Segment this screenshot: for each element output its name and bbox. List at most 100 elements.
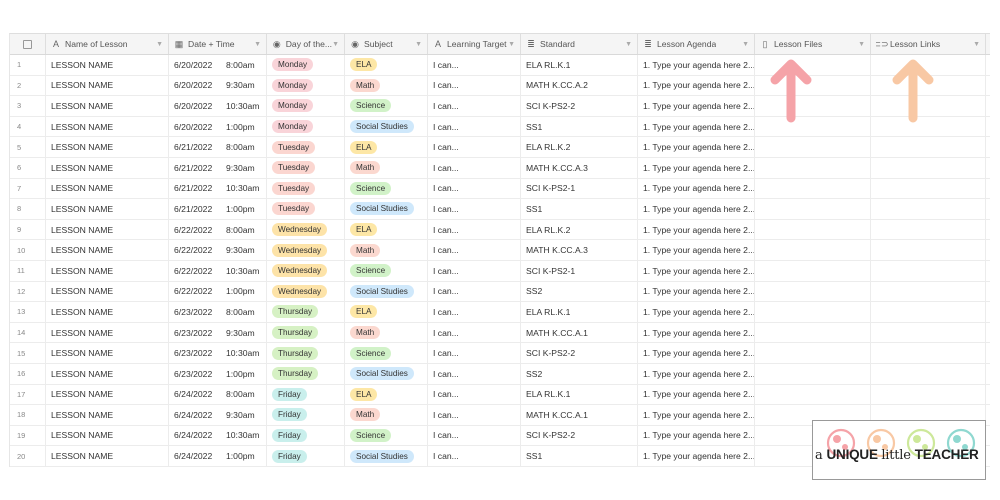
cell-day[interactable]: Friday: [267, 425, 345, 446]
cell-standard[interactable]: SS2: [521, 281, 638, 302]
cell-learning-target[interactable]: I can...: [428, 281, 521, 302]
table-row[interactable]: 14 LESSON NAME 6/23/2022 9:30am Thursday Math…: [10, 322, 990, 344]
cell-subject[interactable]: Science: [345, 178, 428, 199]
cell-day[interactable]: Tuesday: [267, 157, 345, 178]
table-row[interactable]: 10 LESSON NAME 6/22/2022 9:30am Wednesday Mat…: [10, 240, 990, 261]
cell-lesson-files[interactable]: [755, 322, 871, 343]
cell-lesson-files[interactable]: [755, 281, 871, 302]
row-number[interactable]: 17: [10, 384, 46, 405]
cell-day[interactable]: Wednesday: [267, 240, 345, 260]
cell-standard[interactable]: SS1: [521, 116, 638, 137]
cell-subject[interactable]: Science: [345, 343, 428, 363]
cell-agenda[interactable]: 1. Type your agenda here 2...: [638, 260, 755, 281]
row-number[interactable]: 12: [10, 281, 46, 302]
cell-lesson-name[interactable]: LESSON NAME: [46, 178, 169, 199]
cell-date-time[interactable]: 6/23/2022 8:00am: [169, 302, 267, 322]
cell-day[interactable]: Wednesday: [267, 219, 345, 240]
cell-lesson-links[interactable]: [871, 343, 986, 363]
cell-lesson-name[interactable]: LESSON NAME: [46, 322, 169, 343]
cell-lesson-links[interactable]: [871, 363, 986, 384]
column-header-target[interactable]: A Learning Target ▼: [428, 34, 521, 54]
cell-learning-target[interactable]: I can...: [428, 137, 521, 157]
cell-subject[interactable]: ELA: [345, 137, 428, 157]
cell-day[interactable]: Monday: [267, 96, 345, 116]
cell-learning-target[interactable]: I can...: [428, 302, 521, 322]
cell-agenda[interactable]: 1. Type your agenda here 2...: [638, 137, 755, 157]
cell-learning-target[interactable]: I can...: [428, 405, 521, 425]
cell-lesson-links[interactable]: [871, 384, 986, 405]
cell-agenda[interactable]: 1. Type your agenda here 2...: [638, 302, 755, 322]
cell-agenda[interactable]: 1. Type your agenda here 2...: [638, 178, 755, 199]
cell-subject[interactable]: Math: [345, 405, 428, 425]
cell-date-time[interactable]: 6/21/2022 10:30am: [169, 178, 267, 199]
cell-subject[interactable]: Math: [345, 322, 428, 343]
cell-date-time[interactable]: 6/22/2022 8:00am: [169, 219, 267, 240]
row-number[interactable]: 11: [10, 260, 46, 281]
cell-lesson-files[interactable]: [755, 137, 871, 157]
cell-lesson-files[interactable]: [755, 157, 871, 178]
cell-learning-target[interactable]: I can...: [428, 343, 521, 363]
cell-standard[interactable]: SS2: [521, 363, 638, 384]
cell-learning-target[interactable]: I can...: [428, 199, 521, 219]
table-row[interactable]: 7 LESSON NAME 6/21/2022 10:30am Tuesday Scien…: [10, 178, 990, 200]
cell-subject[interactable]: Math: [345, 75, 428, 96]
cell-learning-target[interactable]: I can...: [428, 384, 521, 405]
chevron-down-icon[interactable]: ▼: [332, 41, 339, 48]
column-header-date[interactable]: ▦ Date + Time ▼: [169, 34, 267, 54]
column-header-subject[interactable]: ◉ Subject ▼: [345, 34, 428, 54]
cell-agenda[interactable]: 1. Type your agenda here 2...: [638, 281, 755, 302]
cell-learning-target[interactable]: I can...: [428, 116, 521, 137]
cell-learning-target[interactable]: I can...: [428, 322, 521, 343]
cell-date-time[interactable]: 6/24/2022 8:00am: [169, 384, 267, 405]
row-number[interactable]: 16: [10, 363, 46, 384]
cell-standard[interactable]: MATH K.CC.A.1: [521, 322, 638, 343]
cell-learning-target[interactable]: I can...: [428, 96, 521, 116]
cell-lesson-name[interactable]: LESSON NAME: [46, 343, 169, 363]
cell-learning-target[interactable]: I can...: [428, 446, 521, 466]
cell-subject[interactable]: ELA: [345, 302, 428, 322]
table-row[interactable]: 8 LESSON NAME 6/21/2022 1:00pm Tuesday Social…: [10, 199, 990, 220]
cell-subject[interactable]: Science: [345, 260, 428, 281]
row-number[interactable]: 4: [10, 116, 46, 137]
cell-lesson-name[interactable]: LESSON NAME: [46, 281, 169, 302]
cell-agenda[interactable]: 1. Type your agenda here 2...: [638, 199, 755, 219]
row-number[interactable]: 15: [10, 343, 46, 363]
cell-lesson-name[interactable]: LESSON NAME: [46, 425, 169, 446]
cell-subject[interactable]: Social Studies: [345, 199, 428, 219]
cell-agenda[interactable]: 1. Type your agenda here 2...: [638, 55, 755, 75]
cell-date-time[interactable]: 6/21/2022 8:00am: [169, 137, 267, 157]
chevron-down-icon[interactable]: ▼: [742, 41, 749, 48]
cell-subject[interactable]: Social Studies: [345, 116, 428, 137]
cell-standard[interactable]: SS1: [521, 199, 638, 219]
chevron-down-icon[interactable]: ▼: [415, 41, 422, 48]
cell-standard[interactable]: SCI K-PS2-2: [521, 343, 638, 363]
row-number[interactable]: 3: [10, 96, 46, 116]
row-number[interactable]: 20: [10, 446, 46, 466]
table-row[interactable]: 2 LESSON NAME 6/20/2022 9:30am Monday Math I c…: [10, 75, 990, 97]
cell-agenda[interactable]: 1. Type your agenda here 2...: [638, 384, 755, 405]
cell-date-time[interactable]: 6/20/2022 1:00pm: [169, 116, 267, 137]
table-row[interactable]: 5 LESSON NAME 6/21/2022 8:00am Tuesday ELA I c…: [10, 137, 990, 158]
cell-lesson-name[interactable]: LESSON NAME: [46, 260, 169, 281]
cell-standard[interactable]: MATH K.CC.A.3: [521, 157, 638, 178]
cell-subject[interactable]: Math: [345, 157, 428, 178]
cell-subject[interactable]: Social Studies: [345, 281, 428, 302]
cell-agenda[interactable]: 1. Type your agenda here 2...: [638, 322, 755, 343]
cell-agenda[interactable]: 1. Type your agenda here 2...: [638, 116, 755, 137]
cell-day[interactable]: Tuesday: [267, 137, 345, 157]
cell-lesson-files[interactable]: [755, 363, 871, 384]
table-row[interactable]: 9 LESSON NAME 6/22/2022 8:00am Wednesday ELA I…: [10, 219, 990, 241]
cell-lesson-name[interactable]: LESSON NAME: [46, 116, 169, 137]
row-number[interactable]: 7: [10, 178, 46, 199]
cell-day[interactable]: Monday: [267, 75, 345, 96]
cell-agenda[interactable]: 1. Type your agenda here 2...: [638, 425, 755, 446]
cell-subject[interactable]: Social Studies: [345, 446, 428, 466]
cell-agenda[interactable]: 1. Type your agenda here 2...: [638, 446, 755, 466]
cell-day[interactable]: Tuesday: [267, 199, 345, 219]
cell-lesson-files[interactable]: [755, 302, 871, 322]
cell-learning-target[interactable]: I can...: [428, 219, 521, 240]
cell-day[interactable]: Monday: [267, 116, 345, 137]
column-header-standard[interactable]: ≣ Standard ▼: [521, 34, 638, 54]
cell-standard[interactable]: ELA RL.K.1: [521, 302, 638, 322]
cell-lesson-name[interactable]: LESSON NAME: [46, 55, 169, 75]
